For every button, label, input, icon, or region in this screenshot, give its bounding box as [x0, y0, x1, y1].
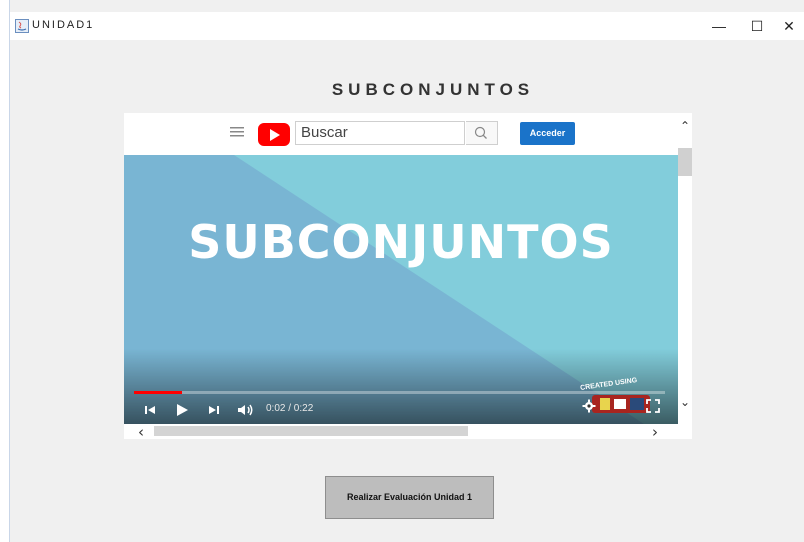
fullscreen-icon[interactable]	[646, 399, 660, 413]
window-title: UNIDAD1	[32, 19, 95, 31]
maximize-button[interactable]: ☐	[740, 14, 774, 38]
scroll-right-arrow-icon[interactable]: ›	[652, 423, 658, 441]
close-button[interactable]: ✕	[772, 14, 804, 38]
java-app-icon	[15, 19, 29, 33]
settings-gear-icon[interactable]	[582, 399, 596, 413]
search-icon	[474, 126, 487, 139]
volume-icon[interactable]	[236, 401, 256, 419]
time-display: 0:02 / 0:22	[266, 403, 314, 414]
video-player[interactable]: SUBCONJUNTOS 0:02 / 0:22 CREATED USING	[124, 155, 678, 424]
hamburger-menu-icon[interactable]	[230, 126, 244, 138]
progress-bar-fill	[134, 391, 182, 394]
horizontal-scrollbar[interactable]: ‹ ›	[124, 423, 678, 441]
video-title-overlay: SUBCONJUNTOS	[188, 215, 614, 269]
play-icon[interactable]	[174, 401, 190, 419]
player-controls: 0:02 / 0:22 CREATED USING	[124, 377, 678, 424]
next-icon[interactable]	[206, 401, 222, 419]
start-evaluation-button[interactable]: Realizar Evaluación Unidad 1	[325, 476, 494, 519]
youtube-header: Buscar Acceder	[124, 113, 678, 156]
powtoon-watermark: CREATED USING	[580, 377, 666, 421]
sign-in-button[interactable]: Acceder	[520, 122, 575, 145]
vertical-scrollbar[interactable]: ⌃ ⌄	[678, 113, 692, 424]
vertical-scroll-thumb[interactable]	[678, 148, 692, 176]
horizontal-scroll-thumb[interactable]	[154, 426, 468, 436]
title-bar: UNIDAD1 — ☐ ✕	[10, 12, 804, 40]
scroll-up-arrow-icon[interactable]: ⌃	[680, 119, 690, 133]
search-button[interactable]	[466, 121, 498, 145]
youtube-logo-icon[interactable]	[258, 123, 290, 146]
minimize-button[interactable]: —	[702, 14, 736, 38]
scroll-down-arrow-icon[interactable]: ⌄	[680, 395, 690, 409]
search-input[interactable]: Buscar	[295, 121, 465, 145]
embedded-browser: Buscar Acceder SUBCONJUNTOS 0:02 / 0:22 …	[124, 113, 692, 441]
scroll-left-arrow-icon[interactable]: ‹	[138, 423, 144, 441]
previous-icon[interactable]	[142, 401, 158, 419]
page-title: SUBCONJUNTOS	[331, 80, 535, 99]
